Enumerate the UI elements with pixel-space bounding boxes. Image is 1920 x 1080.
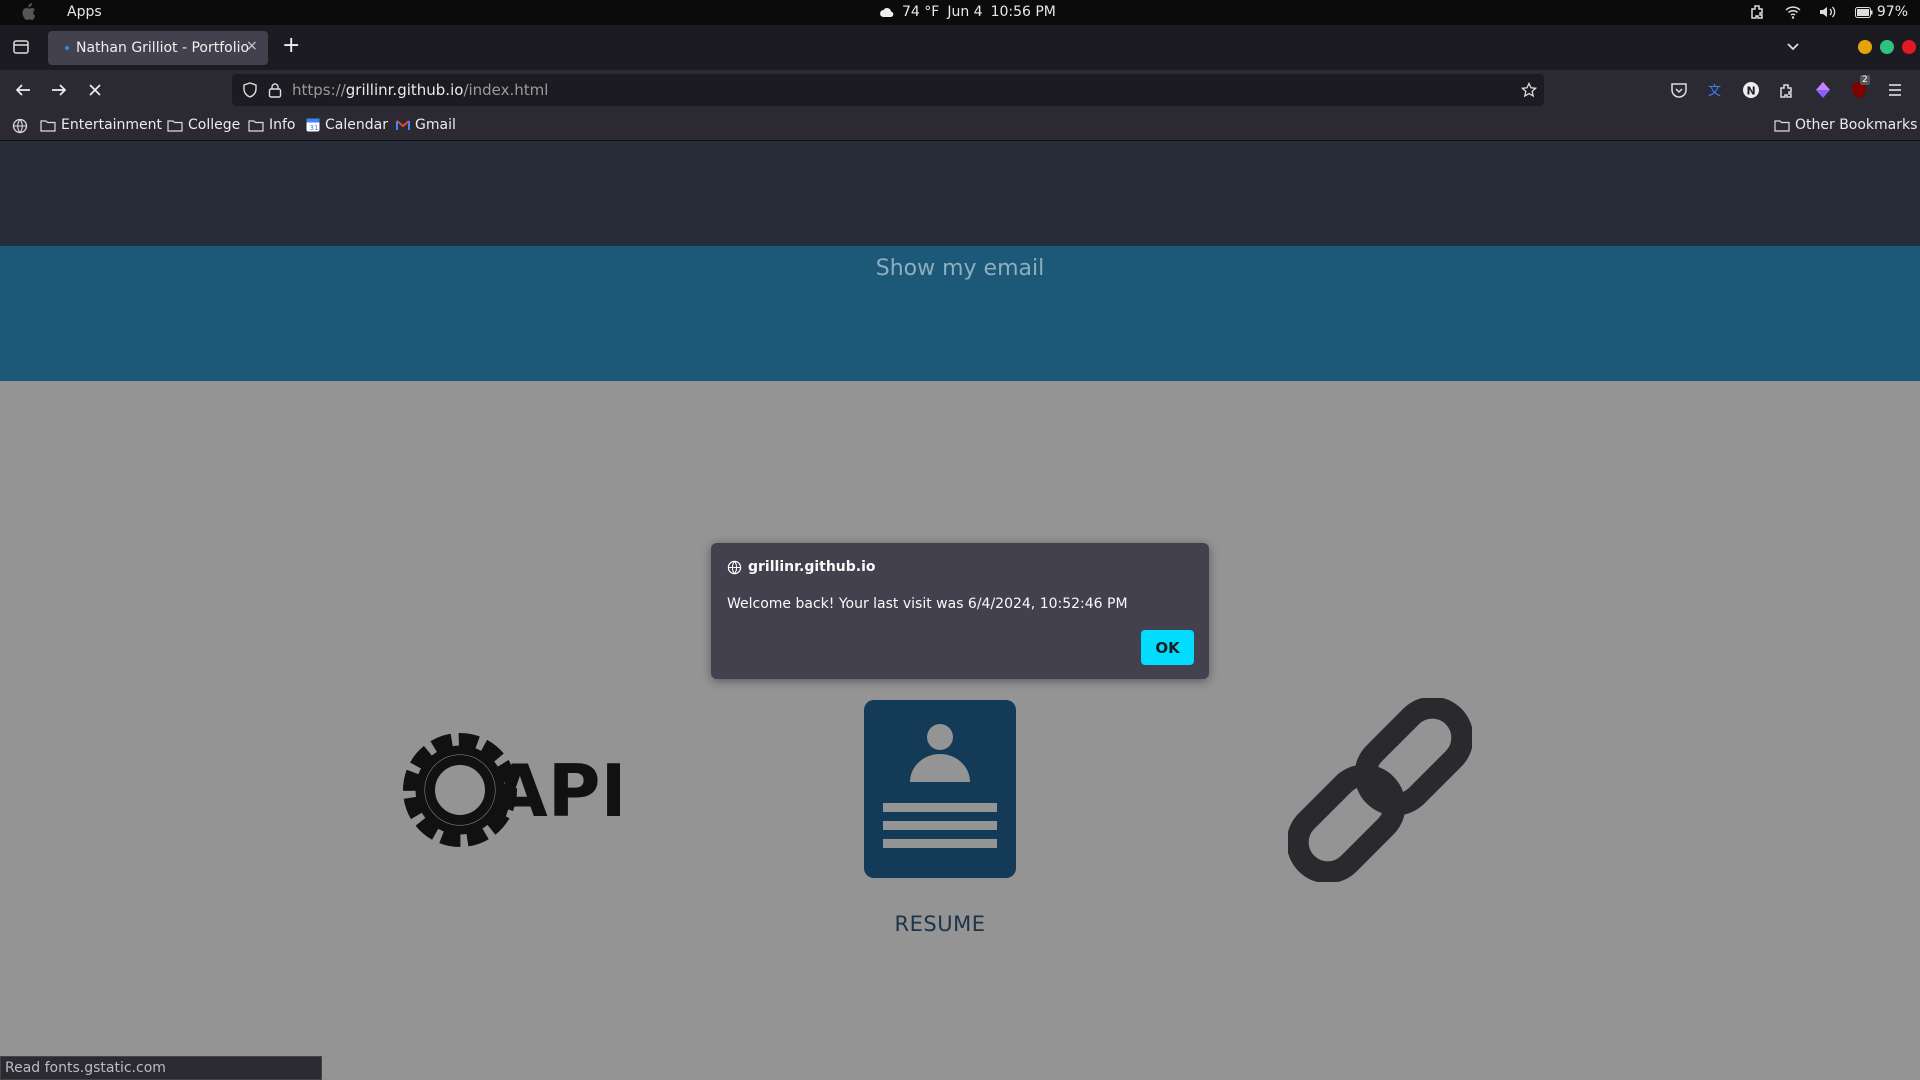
weather-text: 74 °F [902,4,940,20]
system-tray: 97% [1749,3,1908,21]
resume-card[interactable] [864,700,1016,878]
firefox-view-icon[interactable] [12,38,30,56]
folder-icon [1774,119,1790,132]
status-text: Read fonts.gstatic.com [5,1060,166,1076]
resume-label[interactable]: RESUME [840,912,1040,936]
shield-icon[interactable] [242,82,258,98]
show-email-link[interactable]: Show my email [0,256,1920,281]
tab-title: Nathan Grilliot - Portfolio [76,40,250,56]
navigation-toolbar: https://grillinr.github.io/index.html 文 … [0,70,1920,110]
bookmark-gmail[interactable]: Gmail [396,117,456,133]
notion-extension-icon[interactable]: N [1742,81,1760,99]
clock-area[interactable]: 74 °F Jun 4 10:56 PM [880,4,1056,20]
dialog-origin-text: grillinr.github.io [748,559,876,575]
new-tab-button[interactable]: + [282,33,300,58]
page-header [0,141,1920,246]
stop-loading-icon[interactable] [86,81,104,99]
apple-logo-icon[interactable] [20,3,36,21]
svg-text:31: 31 [310,124,319,132]
folder-icon [40,119,56,132]
close-window-button[interactable] [1902,40,1916,54]
minimize-window-button[interactable] [1858,40,1872,54]
ublock-badge: 2 [1860,75,1870,85]
extensions-puzzle-icon[interactable] [1778,81,1796,99]
os-top-bar: Apps 74 °F Jun 4 10:56 PM 97% [0,0,1920,25]
translate-extension-icon[interactable]: 文 [1706,81,1724,99]
gem-extension-icon[interactable] [1814,81,1832,99]
svg-text:文: 文 [1708,84,1721,99]
chain-link-icon[interactable] [1288,698,1472,882]
bookmarks-toolbar: Entertainment College Info 31 Calendar G… [0,110,1920,141]
tab-portfolio[interactable]: Nathan Grilliot - Portfolio × [48,31,268,65]
settings-puzzle-icon[interactable] [1749,3,1767,21]
pocket-icon[interactable] [1670,81,1688,99]
volume-icon[interactable] [1819,5,1837,19]
forward-arrow-icon[interactable] [50,81,68,99]
alert-dialog: grillinr.github.io Welcome back! Your la… [711,543,1209,679]
status-panel: Read fonts.gstatic.com [0,1056,322,1080]
tab-close-button[interactable]: × [246,38,258,54]
svg-text:N: N [1747,85,1756,98]
api-gear-icon[interactable]: API [380,706,620,874]
ublock-extension[interactable]: 2 [1850,75,1870,101]
bookmark-folder-entertainment[interactable]: Entertainment [40,117,162,133]
tab-loading-dot [65,46,69,50]
time-text: 10:56 PM [990,4,1056,20]
gmail-icon [396,119,410,130]
battery-icon [1854,6,1873,18]
date-text: Jun 4 [947,4,983,20]
dialog-origin: grillinr.github.io [727,559,876,575]
api-label: API [492,749,620,833]
globe-icon[interactable] [12,118,28,134]
google-calendar-icon: 31 [306,118,320,132]
back-arrow-icon[interactable] [14,81,32,99]
bookmark-folder-college[interactable]: College [167,117,240,133]
hamburger-menu-icon[interactable] [1886,81,1904,99]
lock-icon[interactable] [268,82,282,98]
bookmark-folder-info[interactable]: Info [248,117,296,133]
globe-icon [727,560,742,574]
resume-document-icon [883,724,997,848]
folder-icon [248,119,264,132]
list-all-tabs-icon[interactable] [1784,37,1802,55]
tab-strip: Nathan Grilliot - Portfolio × + [0,25,1920,70]
bookmark-calendar[interactable]: 31 Calendar [306,117,388,133]
address-bar[interactable]: https://grillinr.github.io/index.html [232,74,1544,106]
ok-button[interactable]: OK [1141,630,1194,665]
cloud-icon [880,8,894,17]
battery-percent: 97% [1876,4,1908,20]
maximize-window-button[interactable] [1880,40,1894,54]
folder-icon [167,119,183,132]
battery-indicator[interactable]: 97% [1854,4,1908,20]
email-section: Show my email [0,246,1920,381]
dialog-message: Welcome back! Your last visit was 6/4/20… [727,596,1128,612]
apps-menu[interactable]: Apps [67,4,102,20]
other-bookmarks-folder[interactable]: Other Bookmarks [1774,117,1917,133]
bookmark-star-icon[interactable] [1521,82,1537,98]
wifi-icon[interactable] [1785,5,1801,19]
url-text[interactable]: https://grillinr.github.io/index.html [292,81,548,99]
